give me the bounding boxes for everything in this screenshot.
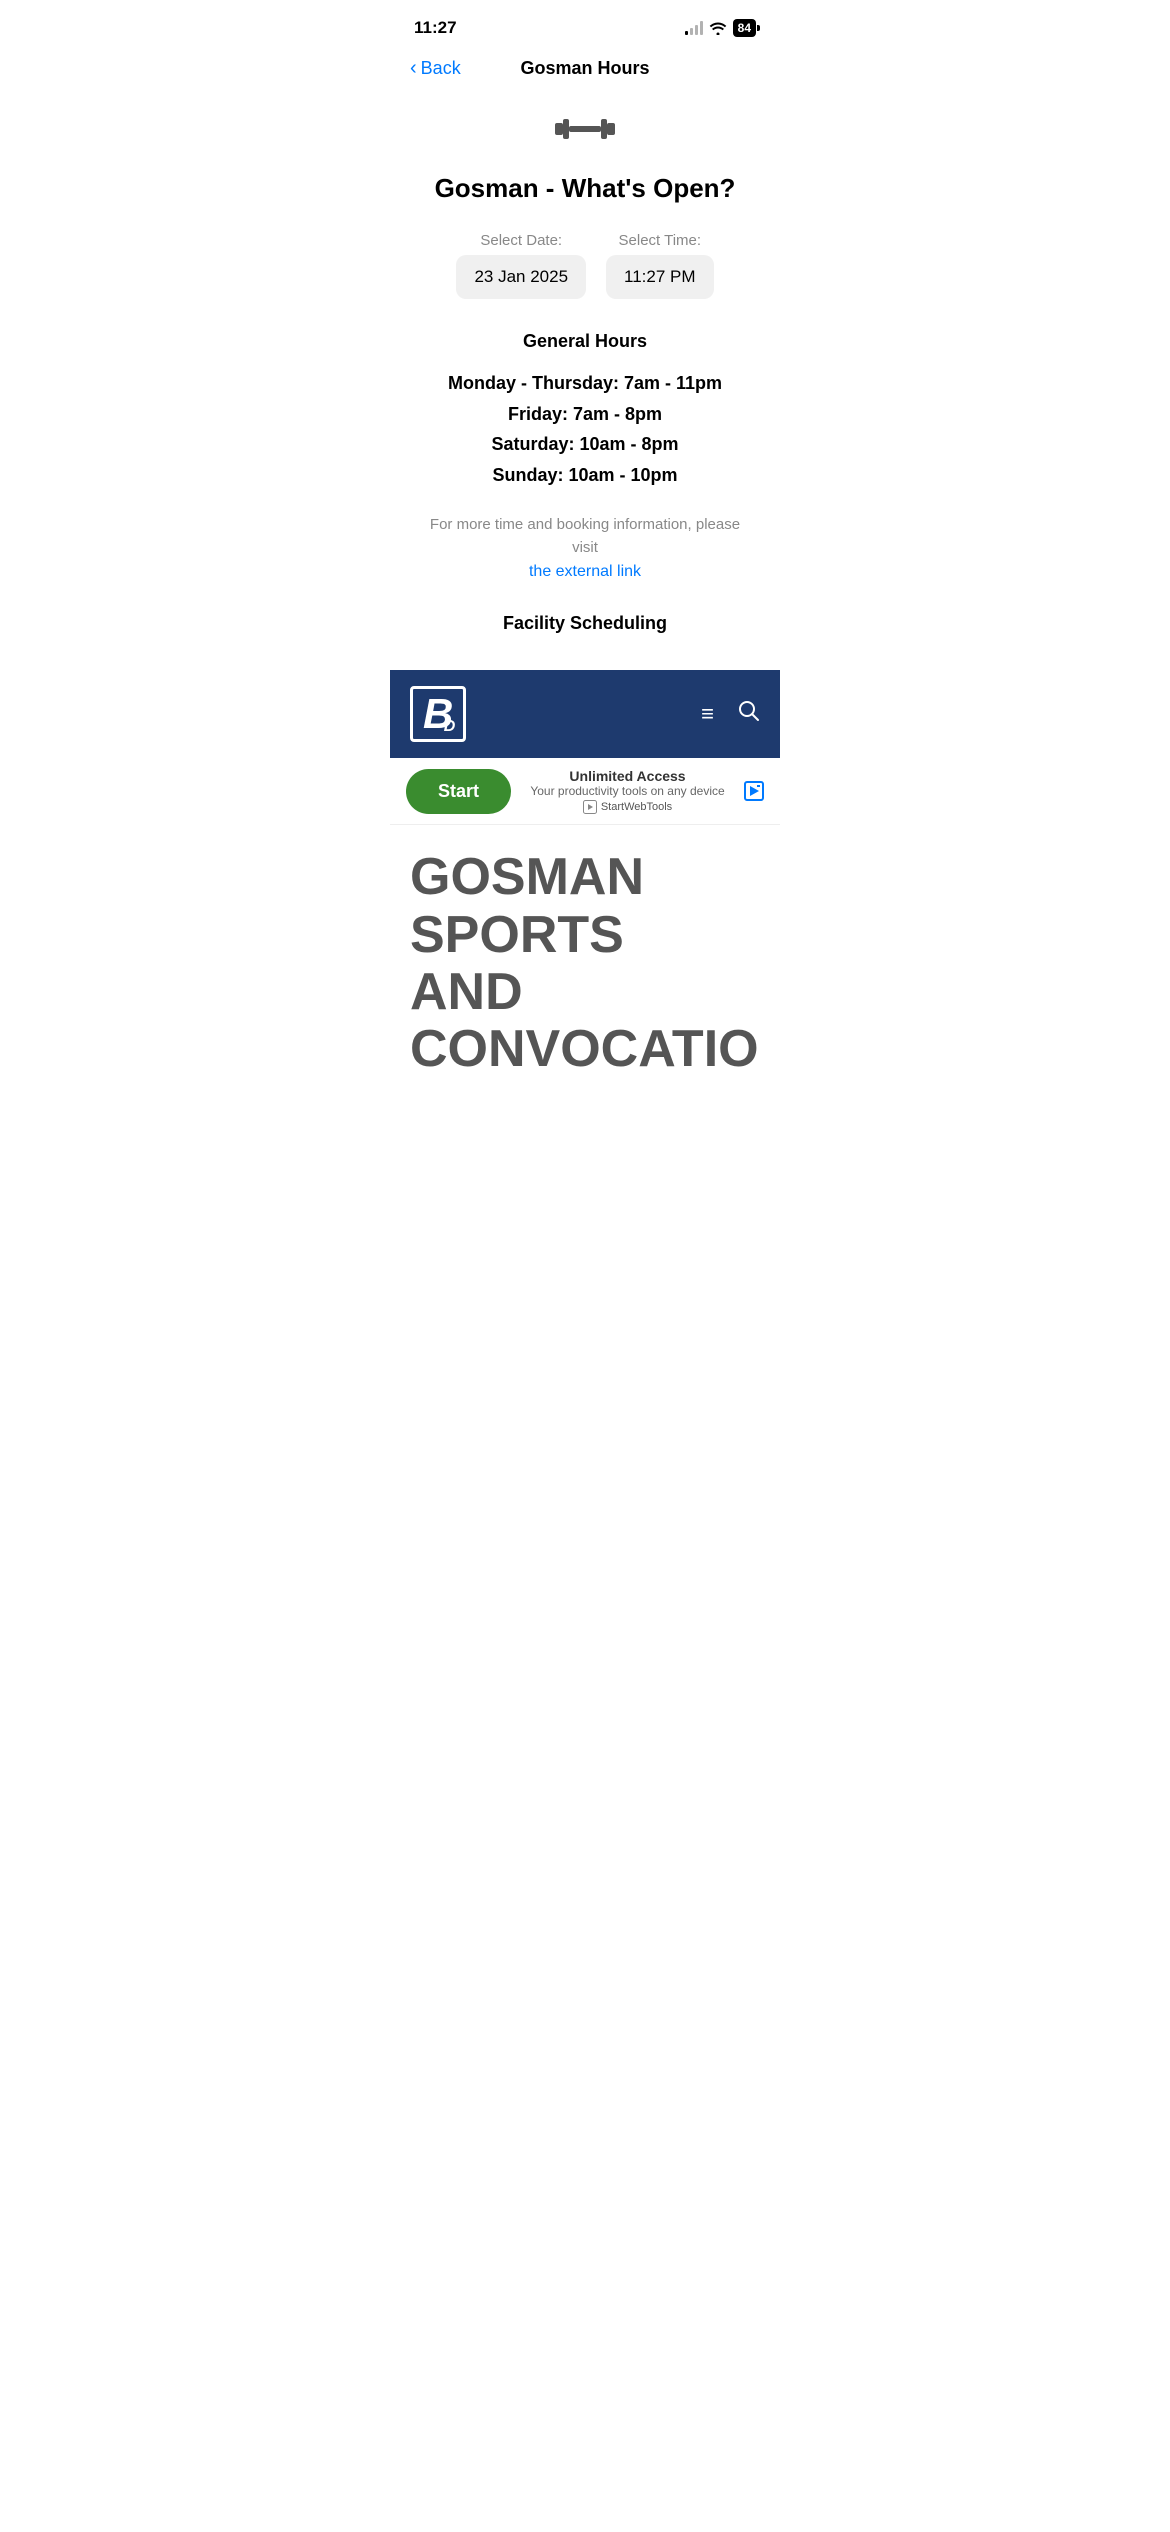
big-heading-line3: CONVOCATION <box>410 1021 760 1078</box>
web-nav-icons: ≡ <box>701 700 760 728</box>
ad-title: Unlimited Access <box>527 768 728 784</box>
big-heading-line2: AND <box>410 964 760 1021</box>
wifi-icon <box>709 21 727 35</box>
ad-logo-text: StartWebTools <box>601 801 672 813</box>
hours-line-sat: Saturday: 10am - 8pm <box>448 429 722 460</box>
time-picker-group: Select Time: 11:27 PM <box>606 232 714 299</box>
web-logo: B D <box>410 686 466 742</box>
nav-bar: ‹ Back Gosman Hours <box>390 50 780 91</box>
big-heading-line1: GOSMAN SPORTS <box>410 849 760 963</box>
back-label: Back <box>421 58 461 79</box>
hours-block: Monday - Thursday: 7am - 11pm Friday: 7a… <box>448 368 722 490</box>
ad-logo: StartWebTools <box>527 800 728 814</box>
pickers-row: Select Date: 23 Jan 2025 Select Time: 11… <box>420 232 750 299</box>
date-picker-group: Select Date: 23 Jan 2025 <box>456 232 586 299</box>
big-heading-section: GOSMAN SPORTS AND CONVOCATION <box>390 825 780 1078</box>
start-button[interactable]: Start <box>406 769 511 814</box>
signal-icon <box>685 21 703 35</box>
main-content: Gosman - What's Open? Select Date: 23 Ja… <box>390 91 780 670</box>
embedded-web-content: B D ≡ Start Unlimited Access Your produc… <box>390 670 780 1078</box>
more-info-text: For more time and booking information, p… <box>420 514 750 559</box>
dumbbell-icon <box>555 111 615 157</box>
web-header: B D ≡ <box>390 670 780 758</box>
back-button[interactable]: ‹ Back <box>410 58 461 79</box>
hours-line-sun: Sunday: 10am - 10pm <box>448 460 722 491</box>
date-picker-value[interactable]: 23 Jan 2025 <box>456 255 586 299</box>
hamburger-icon[interactable]: ≡ <box>701 701 714 727</box>
status-bar: 11:27 84 <box>390 0 780 50</box>
hours-line-mon-thu: Monday - Thursday: 7am - 11pm <box>448 368 722 399</box>
ad-subtitle: Your productivity tools on any device <box>527 784 728 798</box>
general-hours-title: General Hours <box>523 331 647 352</box>
facility-title: Facility Scheduling <box>503 613 667 634</box>
search-icon[interactable] <box>738 700 760 728</box>
ad-bar: Start Unlimited Access Your productivity… <box>390 758 780 825</box>
external-link[interactable]: the external link <box>529 563 641 581</box>
page-heading: Gosman - What's Open? <box>435 173 736 204</box>
battery-icon: 84 <box>733 19 756 37</box>
nav-title: Gosman Hours <box>520 58 649 79</box>
hours-line-fri: Friday: 7am - 8pm <box>448 399 722 430</box>
ad-play-icon[interactable] <box>744 781 764 801</box>
ad-text: Unlimited Access Your productivity tools… <box>527 768 728 814</box>
status-time: 11:27 <box>414 18 457 38</box>
time-picker-value[interactable]: 11:27 PM <box>606 255 714 299</box>
time-picker-label: Select Time: <box>619 232 702 249</box>
status-icons: 84 <box>685 19 756 37</box>
date-picker-label: Select Date: <box>480 232 562 249</box>
back-chevron-icon: ‹ <box>410 58 417 78</box>
